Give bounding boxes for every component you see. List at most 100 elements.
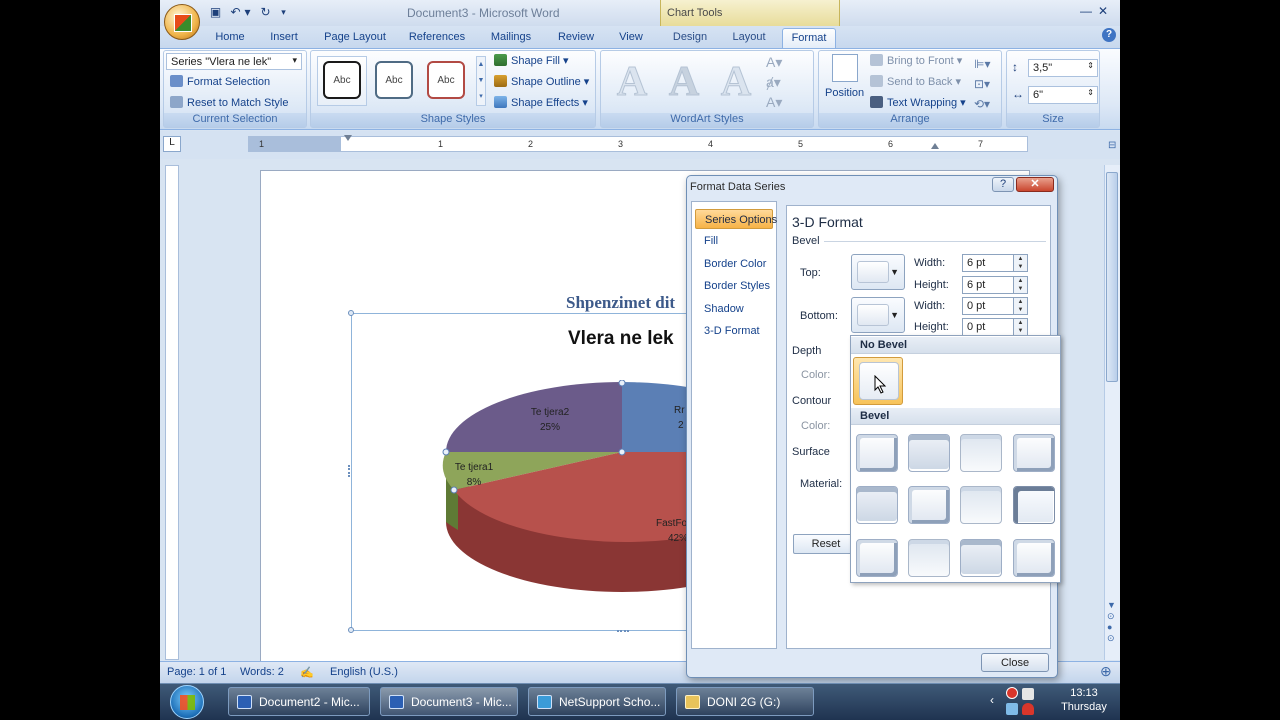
tray-shield-icon[interactable]: [1022, 703, 1034, 715]
shape-style-red[interactable]: Abc: [427, 61, 465, 99]
tab-insert[interactable]: Insert: [262, 28, 306, 48]
chart-title[interactable]: Vlera ne lek: [568, 328, 674, 350]
resize-handle[interactable]: [348, 465, 352, 477]
shape-height-input[interactable]: 3,5" ⇕: [1028, 59, 1098, 77]
tab-mailings[interactable]: Mailings: [482, 28, 540, 48]
bottom-bevel-dropdown[interactable]: ▼: [851, 297, 905, 333]
selection-handle[interactable]: [618, 448, 626, 456]
bevel-option-art-deco[interactable]: [1013, 539, 1055, 577]
resize-handle[interactable]: [617, 630, 629, 634]
top-height-input[interactable]: 6 pt ▲ ▼: [962, 276, 1028, 294]
dialog-close-icon[interactable]: ✕: [1016, 177, 1054, 192]
save-icon[interactable]: ▣: [208, 5, 223, 20]
tab-view[interactable]: View: [612, 28, 650, 48]
undo-dropdown-icon[interactable]: ▾: [240, 5, 255, 20]
nav-3d-format[interactable]: 3-D Format: [695, 321, 773, 341]
nav-series-options[interactable]: Series Options: [695, 209, 777, 229]
customize-qat-icon[interactable]: ▾: [276, 5, 291, 20]
bevel-option-relaxed-inset[interactable]: [908, 434, 950, 472]
bevel-option-hard-edge[interactable]: [960, 539, 1002, 577]
taskbar-item-document2[interactable]: Document2 - Mic...: [228, 687, 370, 716]
text-fill-outline-effects-icons[interactable]: A▾ ⱥ▾ A▾: [766, 52, 806, 112]
minimize-icon[interactable]: —: [1080, 4, 1094, 18]
vertical-ruler[interactable]: [165, 165, 179, 660]
taskbar-item-doni[interactable]: DONI 2G (G:): [676, 687, 814, 716]
word-count[interactable]: Words: 2: [240, 666, 284, 678]
tray-network-icon[interactable]: [1022, 688, 1034, 700]
taskbar-item-netsupport[interactable]: NetSupport Scho...: [528, 687, 666, 716]
start-button[interactable]: [170, 685, 204, 719]
horizontal-ruler[interactable]: 1 1 2 3 4 5 6 7: [248, 135, 1028, 152]
bevel-option-cross[interactable]: [960, 434, 1002, 472]
shape-style-blue[interactable]: Abc: [375, 61, 413, 99]
spinner-icon[interactable]: ▲ ▼: [1013, 255, 1027, 271]
view-ruler-icon[interactable]: ⊟: [1108, 140, 1116, 151]
tab-format[interactable]: Format: [782, 28, 836, 48]
nav-border-color[interactable]: Border Color: [695, 254, 773, 274]
close-button[interactable]: Close: [981, 653, 1049, 672]
spinner-icon[interactable]: ▲ ▼: [1013, 298, 1027, 314]
shape-effects-button[interactable]: Shape Effects ▾: [494, 96, 588, 109]
format-selection-button[interactable]: Format Selection: [170, 75, 270, 88]
system-clock[interactable]: 13:13 Thursday: [1048, 684, 1120, 714]
bevel-option-soft-round[interactable]: [908, 486, 950, 524]
resize-handle[interactable]: [348, 310, 354, 316]
bottom-width-input[interactable]: 0 pt ▲ ▼: [962, 297, 1028, 315]
scroll-down-icon[interactable]: ▼ ⊙ ● ⊙: [1107, 600, 1116, 644]
nav-shadow[interactable]: Shadow: [695, 299, 773, 319]
spinner-icon[interactable]: ▲ ▼: [1013, 319, 1027, 335]
scrollbar-thumb[interactable]: [1106, 172, 1118, 382]
bevel-option-angle[interactable]: [856, 486, 898, 524]
top-bevel-dropdown[interactable]: ▼: [851, 254, 905, 290]
spinner-icon[interactable]: ⇕: [1087, 88, 1094, 97]
wordart-style-1[interactable]: A: [610, 58, 654, 106]
tab-layout[interactable]: Layout: [726, 28, 772, 48]
position-button[interactable]: Position: [825, 87, 864, 99]
bevel-option-slope[interactable]: [1013, 486, 1055, 524]
bevel-option-convex[interactable]: [960, 486, 1002, 524]
proofing-icon[interactable]: ✍: [300, 666, 314, 679]
align-group-rotate-icons[interactable]: ⊫▾ ⊡▾ ⟲▾: [974, 54, 990, 114]
chart-elements-dropdown[interactable]: Series "Vlera ne lek" ▾: [166, 53, 302, 70]
taskbar-item-document3[interactable]: Document3 - Mic...: [380, 687, 518, 716]
shape-style-black[interactable]: Abc: [323, 61, 361, 99]
wordart-style-3[interactable]: A: [714, 58, 758, 106]
page-count[interactable]: Page: 1 of 1: [167, 666, 226, 678]
nav-fill[interactable]: Fill: [695, 231, 773, 251]
nav-border-styles[interactable]: Border Styles: [695, 276, 773, 296]
bevel-option-riblet[interactable]: [908, 539, 950, 577]
spinner-icon[interactable]: ⇕: [1087, 61, 1094, 70]
zoom-in-icon[interactable]: ⊕: [1100, 663, 1112, 680]
tab-references[interactable]: References: [404, 28, 470, 48]
tray-expand-icon[interactable]: ‹: [990, 693, 994, 707]
indent-marker[interactable]: [344, 135, 352, 141]
selection-handle[interactable]: [442, 448, 450, 456]
shape-outline-button[interactable]: Shape Outline ▾: [494, 75, 589, 88]
spinner-icon[interactable]: ▲ ▼: [1013, 277, 1027, 293]
top-width-input[interactable]: 6 pt ▲ ▼: [962, 254, 1028, 272]
selection-handle[interactable]: [618, 380, 626, 387]
bottom-height-input[interactable]: 0 pt ▲ ▼: [962, 318, 1028, 336]
bevel-option-circle[interactable]: [856, 434, 898, 472]
close-window-icon[interactable]: ✕: [1098, 4, 1112, 18]
help-icon[interactable]: ?: [1102, 28, 1116, 42]
tab-design[interactable]: Design: [664, 28, 716, 48]
bevel-option-divot[interactable]: [856, 539, 898, 577]
send-to-back-button[interactable]: Send to Back ▾: [870, 75, 961, 88]
bevel-option-cool-slant[interactable]: [1013, 434, 1055, 472]
shape-styles-scroll[interactable]: ▲ ▼ ▾: [476, 56, 486, 106]
position-icon[interactable]: [832, 54, 858, 82]
shape-fill-button[interactable]: Shape Fill ▾: [494, 54, 569, 67]
right-indent-marker[interactable]: [931, 143, 939, 149]
wordart-style-2[interactable]: A: [662, 58, 706, 106]
tray-volume-icon[interactable]: [1006, 703, 1018, 715]
bring-to-front-button[interactable]: Bring to Front ▾: [870, 54, 962, 67]
language-indicator[interactable]: English (U.S.): [330, 666, 398, 678]
redo-icon[interactable]: ↻: [258, 5, 273, 20]
text-wrapping-button[interactable]: Text Wrapping ▾: [870, 96, 966, 109]
tab-home[interactable]: Home: [208, 28, 252, 48]
shape-width-input[interactable]: 6" ⇕: [1028, 86, 1098, 104]
dialog-help-button[interactable]: ?: [992, 177, 1014, 192]
tray-alert-icon[interactable]: [1006, 687, 1018, 699]
tab-selector-button[interactable]: L: [163, 136, 181, 152]
